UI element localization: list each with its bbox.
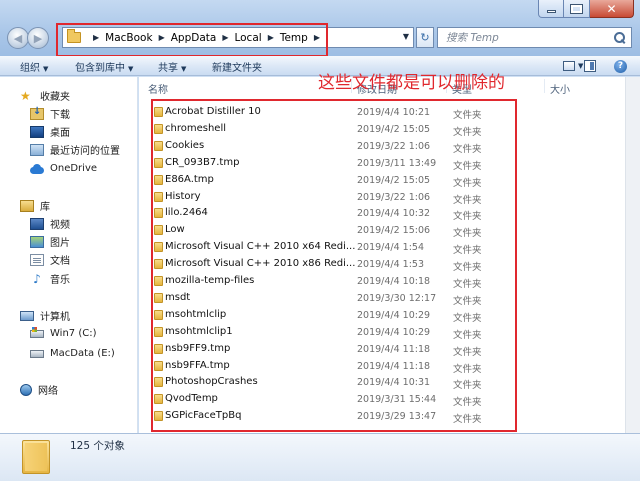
windows-drive-icon [30, 326, 44, 338]
nav-pictures-label: 图片 [50, 238, 70, 249]
nav-favorites-label: 收藏夹 [40, 92, 70, 103]
search-placeholder: 搜索 Temp [446, 32, 499, 44]
network-icon [20, 383, 32, 396]
pictures-icon [30, 235, 44, 248]
nav-drive-e-label: MacData (E:) [50, 348, 115, 359]
nav-documents[interactable]: 文档 [30, 251, 70, 268]
drive-icon [30, 349, 44, 358]
folder-icon [22, 440, 50, 474]
nav-drive-c-label: Win7 (C:) [50, 328, 97, 339]
nav-network-label: 网络 [38, 386, 58, 397]
nav-favorites[interactable]: ★ 收藏夹 [20, 87, 70, 104]
libraries-icon [20, 199, 34, 212]
nav-pictures[interactable]: 图片 [30, 233, 70, 250]
minimize-icon [546, 10, 556, 13]
close-button[interactable]: ✕ [590, 0, 634, 18]
view-options-button[interactable]: ▼ [563, 58, 583, 74]
chevron-down-icon: ▼ [578, 62, 584, 70]
help-icon: ? [614, 59, 627, 73]
back-button[interactable]: ◀ [7, 27, 29, 49]
preview-pane-icon [584, 60, 596, 72]
forward-button[interactable]: ▶ [27, 27, 49, 49]
nav-onedrive[interactable]: OneDrive [30, 160, 97, 177]
column-header-name[interactable]: 名称 [148, 81, 168, 96]
close-icon: ✕ [606, 1, 617, 16]
nav-music-label: 音乐 [50, 275, 70, 286]
nav-downloads-label: 下载 [50, 110, 70, 121]
search-icon[interactable] [614, 32, 625, 43]
new-folder-button[interactable]: 新建文件夹 [212, 59, 262, 74]
address-dropdown-icon[interactable]: ▼ [403, 32, 409, 41]
vertical-scrollbar[interactable] [625, 77, 640, 433]
share-label: 共享 [158, 63, 178, 74]
nav-drive-c[interactable]: Win7 (C:) [30, 325, 96, 342]
nav-videos[interactable]: 视频 [30, 215, 70, 232]
organize-label: 组织 [20, 63, 40, 74]
search-input[interactable]: 搜索 Temp [437, 27, 632, 48]
nav-recent-label: 最近访问的位置 [50, 146, 120, 157]
column-divider[interactable] [544, 79, 545, 93]
computer-icon [20, 310, 34, 321]
nav-desktop-label: 桌面 [50, 128, 70, 139]
nav-documents-label: 文档 [50, 256, 70, 267]
nav-recent-places[interactable]: 最近访问的位置 [30, 141, 120, 158]
navigation-pane: ★ 收藏夹 下载 桌面 最近访问的位置 OneDrive 库 视频 图片 文档 ♪… [0, 77, 138, 433]
chevron-down-icon: ▼ [43, 65, 49, 73]
videos-icon [30, 217, 44, 230]
details-pane: 125 个对象 [0, 433, 640, 481]
preview-pane-button[interactable] [584, 58, 596, 74]
favorites-star-icon: ★ [20, 88, 31, 103]
share-menu[interactable]: 共享 ▼ [158, 59, 186, 74]
chevron-down-icon: ▼ [181, 65, 187, 73]
refresh-button[interactable]: ↻ [416, 27, 434, 48]
new-folder-label: 新建文件夹 [212, 63, 262, 74]
help-button[interactable]: ? [614, 58, 627, 74]
nav-network[interactable]: 网络 [20, 381, 58, 398]
organize-menu[interactable]: 组织 ▼ [20, 59, 48, 74]
back-arrow-icon: ◀ [13, 31, 23, 45]
nav-desktop[interactable]: 桌面 [30, 123, 70, 140]
nav-computer-label: 计算机 [40, 312, 70, 323]
nav-drive-e[interactable]: MacData (E:) [30, 345, 115, 362]
documents-icon [30, 253, 44, 266]
nav-downloads[interactable]: 下载 [30, 105, 70, 122]
downloads-icon [30, 106, 44, 120]
view-icon [563, 61, 575, 71]
chevron-down-icon: ▼ [128, 65, 134, 73]
maximize-icon [570, 3, 583, 14]
music-note-icon: ♪ [33, 271, 41, 286]
desktop-icon [30, 125, 44, 138]
include-library-label: 包含到库中 [75, 63, 125, 74]
nav-libraries-label: 库 [40, 202, 50, 213]
forward-arrow-icon: ▶ [33, 31, 43, 45]
nav-computer[interactable]: 计算机 [20, 307, 70, 324]
item-count: 125 个对象 [70, 440, 125, 452]
column-header-size[interactable]: 大小 [550, 81, 570, 96]
include-library-menu[interactable]: 包含到库中 ▼ [75, 59, 133, 74]
annotation-text: 这些文件都是可以删除的 [318, 73, 505, 93]
maximize-button[interactable] [564, 0, 590, 18]
onedrive-cloud-icon [30, 163, 44, 175]
nav-music[interactable]: ♪ 音乐 [30, 270, 70, 287]
nav-videos-label: 视频 [50, 220, 70, 231]
window-controls: ✕ [538, 0, 634, 18]
minimize-button[interactable] [538, 0, 564, 18]
files-highlight-box [151, 99, 517, 432]
recent-places-icon [30, 143, 44, 156]
nav-onedrive-label: OneDrive [50, 163, 98, 174]
address-highlight-box [56, 23, 328, 57]
nav-libraries[interactable]: 库 [20, 197, 50, 214]
refresh-icon: ↻ [420, 31, 430, 44]
nav-buttons: ◀ ▶ [7, 27, 55, 49]
